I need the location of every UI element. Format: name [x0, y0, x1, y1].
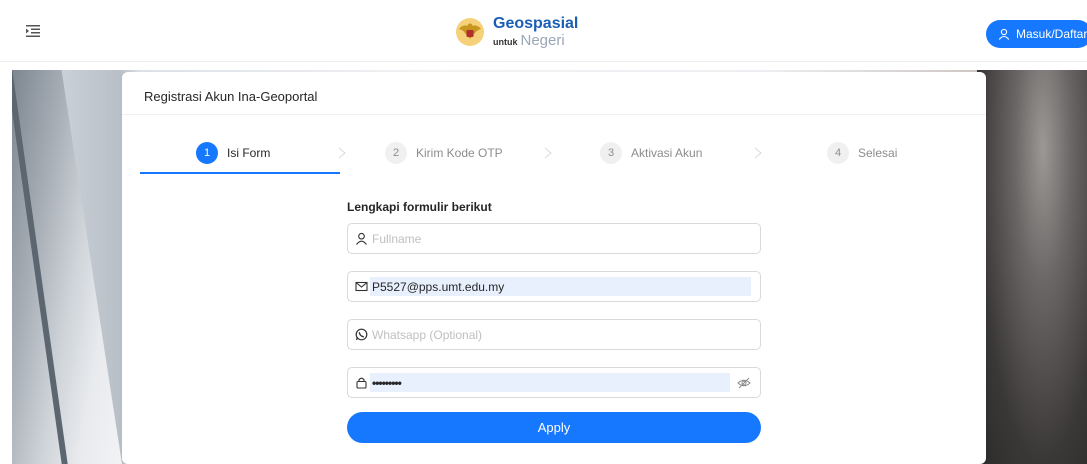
step-number: 1 [196, 142, 218, 164]
brand-title: Geospasial [493, 15, 579, 32]
steps-bar: 1 Isi Form 2 Kirim Kode OTP 3 Aktivasi A… [140, 142, 970, 176]
step-number: 3 [600, 142, 622, 164]
step-label: Aktivasi Akun [631, 146, 703, 160]
email-value: P5527@pps.umt.edu.my [372, 279, 505, 294]
active-step-underline [140, 172, 340, 174]
step-number: 4 [827, 142, 849, 164]
password-field[interactable]: ••••••••• [347, 367, 761, 398]
autofill-background [370, 373, 730, 392]
step-kirim-kode-otp[interactable]: 2 Kirim Kode OTP [385, 142, 503, 176]
garuda-emblem-icon [456, 18, 484, 46]
step-number: 2 [385, 142, 407, 164]
step-label: Isi Form [227, 146, 271, 160]
step-label: Selesai [858, 146, 898, 160]
fullname-placeholder: Fullname [372, 231, 422, 246]
registration-card: Registrasi Akun Ina-Geoportal 1 Isi Form… [122, 72, 986, 464]
step-isi-form[interactable]: 1 Isi Form [196, 142, 270, 176]
whatsapp-icon [355, 328, 368, 341]
chevron-right-icon [544, 147, 552, 159]
step-aktivasi-akun[interactable]: 3 Aktivasi Akun [600, 142, 702, 176]
lock-icon [356, 377, 367, 389]
login-register-label: Masuk/Daftar [1016, 27, 1087, 41]
menu-fold-icon[interactable] [24, 22, 42, 40]
user-icon [356, 232, 367, 245]
photo-right [977, 70, 1087, 464]
laptop-photo-left [12, 70, 122, 464]
card-title: Registrasi Akun Ina-Geoportal [122, 72, 986, 115]
eye-invisible-icon[interactable] [737, 376, 751, 390]
step-label: Kirim Kode OTP [416, 146, 503, 160]
password-value: ••••••••• [372, 375, 402, 390]
step-selesai[interactable]: 4 Selesai [827, 142, 897, 176]
geospasial-logo[interactable]: Geospasial untuk Negeri [455, 16, 578, 48]
apply-button[interactable]: Apply [347, 412, 761, 443]
whatsapp-placeholder: Whatsapp (Optional) [372, 327, 483, 342]
top-navbar: Geospasial untuk Negeri Masuk/Daftar [0, 0, 1087, 62]
form-title: Lengkapi formulir berikut [347, 200, 492, 214]
registration-form: Lengkapi formulir berikut Fullname P5527… [347, 200, 761, 443]
brand-subtitle: Negeri [520, 32, 565, 49]
email-field[interactable]: P5527@pps.umt.edu.my [347, 271, 761, 302]
login-register-button[interactable]: Masuk/Daftar [986, 20, 1087, 48]
mail-icon [355, 281, 368, 292]
chevron-right-icon [338, 147, 346, 159]
user-icon [998, 28, 1010, 40]
chevron-right-icon [754, 147, 762, 159]
fullname-field[interactable]: Fullname [347, 223, 761, 254]
whatsapp-field[interactable]: Whatsapp (Optional) [347, 319, 761, 350]
brand-small: untuk [493, 37, 518, 47]
